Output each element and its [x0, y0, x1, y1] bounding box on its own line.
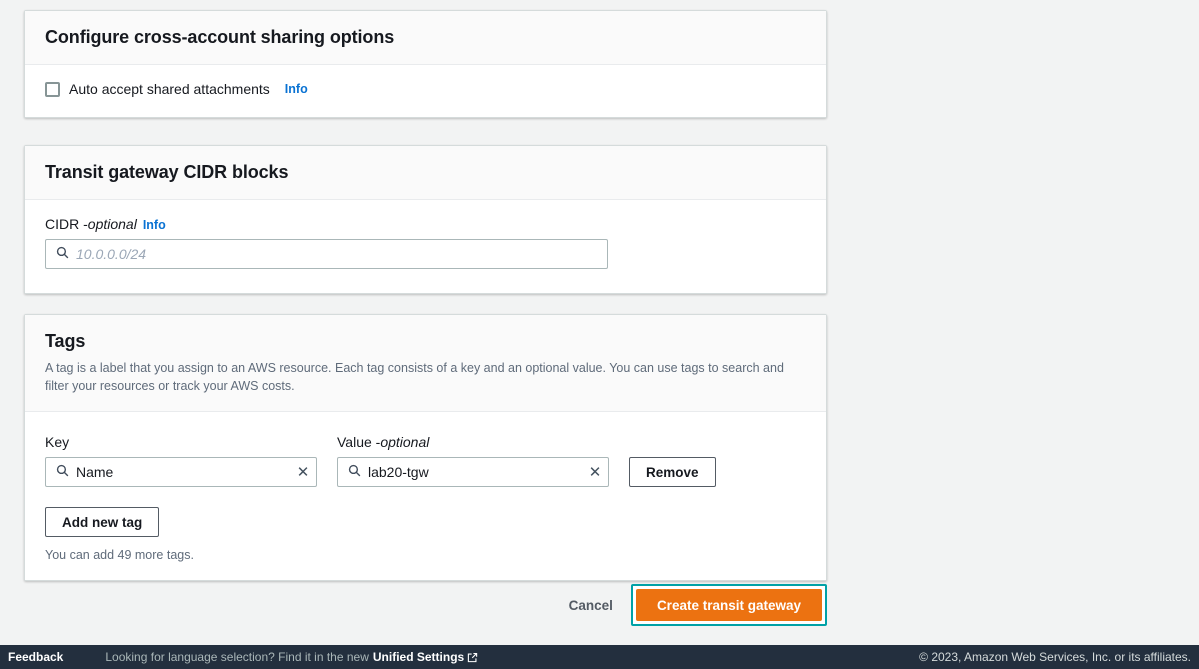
tag-remove-column: Remove — [629, 457, 716, 488]
cancel-button[interactable]: Cancel — [551, 598, 631, 613]
tags-card-title: Tags — [45, 331, 86, 351]
unified-settings-link[interactable]: Unified Settings — [373, 650, 464, 664]
cidr-optional-text: optional — [87, 216, 137, 232]
cidr-card-header: Transit gateway CIDR blocks — [25, 146, 826, 200]
clear-icon[interactable]: ✕ — [290, 458, 316, 486]
tags-description: A tag is a label that you assign to an A… — [45, 361, 784, 394]
clear-icon[interactable]: ✕ — [582, 458, 608, 486]
cidr-card-title: Transit gateway CIDR blocks — [45, 162, 289, 182]
auto-accept-label: Auto accept shared attachments — [69, 81, 270, 97]
tag-key-input[interactable] — [76, 458, 290, 487]
cross-account-card-header: Configure cross-account sharing options — [25, 11, 826, 65]
cidr-info-link[interactable]: Info — [143, 218, 166, 232]
create-transit-gateway-button[interactable]: Create transit gateway — [635, 589, 822, 621]
cross-account-card-body: Auto accept shared attachments Info — [25, 65, 826, 117]
tag-value-label-text: Value - — [337, 434, 381, 451]
tag-value-input[interactable] — [368, 458, 582, 487]
tags-remaining-note: You can add 49 more tags. — [45, 548, 194, 563]
cross-account-sharing-card: Configure cross-account sharing options … — [24, 10, 827, 118]
copyright-text: © 2023, Amazon Web Services, Inc. or its… — [919, 650, 1191, 664]
auto-accept-checkbox[interactable] — [45, 81, 60, 97]
search-icon — [56, 464, 69, 480]
form-actions: Cancel Create transit gateway — [24, 584, 827, 626]
tag-value-label: Value - optional — [337, 434, 609, 450]
remove-tag-button[interactable]: Remove — [629, 457, 716, 488]
tag-value-column: Value - optional ✕ — [337, 434, 609, 488]
cross-account-card-title: Configure cross-account sharing options — [45, 27, 395, 47]
add-tag-area: Add new tag You can add 49 more tags. — [45, 507, 806, 562]
create-button-focus-ring: Create transit gateway — [630, 584, 827, 626]
auto-accept-info-link[interactable]: Info — [285, 82, 308, 96]
tag-key-column: Key ✕ — [45, 434, 317, 488]
tags-card-body: Key ✕ Value - optional — [25, 412, 826, 581]
page-footer: Feedback Looking for language selection?… — [0, 645, 1199, 669]
tag-row: Key ✕ Value - optional — [45, 434, 806, 488]
tags-card-header: Tags A tag is a label that you assign to… — [25, 315, 826, 413]
language-selection-note: Looking for language selection? Find it … — [105, 650, 478, 664]
tags-card: Tags A tag is a label that you assign to… — [24, 314, 827, 582]
cidr-input[interactable] — [76, 240, 607, 268]
tag-key-label: Key — [45, 434, 70, 451]
add-new-tag-button[interactable]: Add new tag — [45, 507, 160, 538]
external-link-icon — [467, 652, 478, 663]
tag-value-optional-text: optional — [380, 434, 430, 451]
footer-left-group: Feedback Looking for language selection?… — [0, 650, 478, 664]
feedback-link[interactable]: Feedback — [8, 650, 63, 664]
cidr-field-label: CIDR - optional Info — [45, 216, 806, 232]
search-icon — [56, 246, 69, 262]
language-selection-text: Looking for language selection? Find it … — [105, 650, 369, 664]
cidr-label-text: CIDR - — [45, 216, 88, 232]
tag-value-input-wrap[interactable]: ✕ — [337, 457, 609, 488]
search-icon — [348, 464, 361, 480]
tag-key-input-wrap[interactable]: ✕ — [45, 457, 317, 488]
auto-accept-row[interactable]: Auto accept shared attachments Info — [45, 69, 806, 107]
cidr-input-wrap[interactable] — [45, 239, 608, 269]
cidr-blocks-card: Transit gateway CIDR blocks CIDR - optio… — [24, 145, 827, 294]
cidr-card-body: CIDR - optional Info — [25, 200, 826, 293]
